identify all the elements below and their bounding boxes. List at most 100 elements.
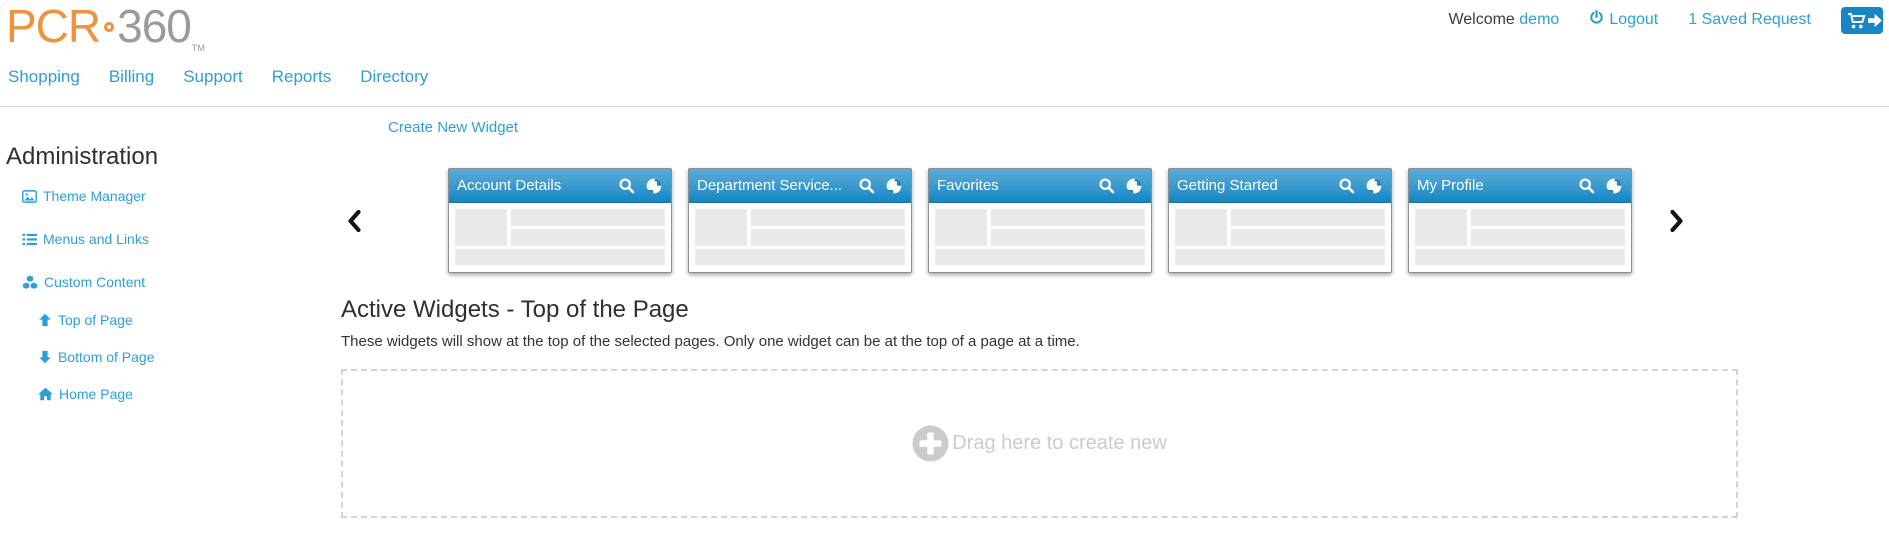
widget-card-list: Account Details Department Service... <box>448 168 1648 273</box>
placeholder-line <box>1415 249 1625 265</box>
nav-item-support[interactable]: Support <box>183 66 243 88</box>
widget-title: My Profile <box>1417 177 1569 194</box>
header: PCR360TM Welcome demo Logout 1 Saved Req… <box>0 0 1889 107</box>
search-icon[interactable] <box>618 177 636 195</box>
widget-title: Account Details <box>457 177 609 194</box>
widget-card-account-details[interactable]: Account Details <box>448 168 672 273</box>
user-toolbar: Welcome demo Logout 1 Saved Request <box>1448 5 1883 35</box>
sidebar: Administration Theme Manager Menus and L… <box>0 107 341 518</box>
globe-icon[interactable] <box>645 177 663 195</box>
widget-card-header[interactable]: Getting Started <box>1169 169 1391 203</box>
saved-requests-link[interactable]: 1 Saved Request <box>1688 11 1811 29</box>
placeholder-line <box>1231 229 1385 246</box>
section-title: Active Widgets - Top of the Page <box>341 296 1889 324</box>
widget-card-header[interactable]: Favorites <box>929 169 1151 203</box>
widget-preview <box>689 203 911 271</box>
widget-card-getting-started[interactable]: Getting Started <box>1168 168 1392 273</box>
sidebar-item-label: Theme Manager <box>43 188 146 204</box>
pcr360-logo[interactable]: PCR360TM <box>6 0 205 65</box>
placeholder-line <box>935 249 1145 265</box>
widget-card-header[interactable]: Department Service... <box>689 169 911 203</box>
carousel-next-button[interactable] <box>1670 210 1683 232</box>
cubes-icon <box>22 275 38 290</box>
placeholder-line <box>695 249 905 265</box>
nav-item-reports[interactable]: Reports <box>272 66 332 88</box>
placeholder-line <box>751 209 905 226</box>
widget-card-department-service[interactable]: Department Service... <box>688 168 912 273</box>
search-icon[interactable] <box>1098 177 1116 195</box>
placeholder-line <box>455 249 665 265</box>
logo-text-pcr: PCR <box>6 0 100 52</box>
globe-icon[interactable] <box>1365 177 1383 195</box>
main-nav: Shopping Billing Support Reports Directo… <box>8 66 428 88</box>
sidebar-item-label: Top of Page <box>58 312 133 328</box>
search-icon[interactable] <box>1338 177 1356 195</box>
widget-preview <box>1409 203 1631 271</box>
placeholder-line <box>991 209 1145 226</box>
cart-arrow-icon <box>1841 7 1883 34</box>
power-icon <box>1589 10 1604 30</box>
logo-degree-mark <box>104 22 114 32</box>
logo-text-360: 360 <box>117 0 191 52</box>
placeholder-line <box>1175 249 1385 265</box>
sidebar-item-theme-manager[interactable]: Theme Manager <box>22 184 341 208</box>
placeholder-block <box>695 209 747 246</box>
globe-icon[interactable] <box>1125 177 1143 195</box>
sidebar-item-label: Bottom of Page <box>58 349 155 365</box>
placeholder-line <box>751 229 905 246</box>
nav-item-shopping[interactable]: Shopping <box>8 66 80 88</box>
chevron-left-icon <box>348 210 361 232</box>
widget-card-header[interactable]: Account Details <box>449 169 671 203</box>
globe-icon[interactable] <box>885 177 903 195</box>
placeholder-line <box>1471 229 1625 246</box>
sidebar-item-label: Home Page <box>59 386 133 402</box>
saved-cart-button[interactable] <box>1841 7 1883 34</box>
nav-item-directory[interactable]: Directory <box>360 66 428 88</box>
sidebar-item-label: Custom Content <box>44 274 145 290</box>
carousel-prev-button[interactable] <box>348 210 361 232</box>
placeholder-line <box>1231 209 1385 226</box>
sidebar-title: Administration <box>6 143 341 171</box>
create-new-widget-link[interactable]: Create New Widget <box>388 119 518 136</box>
placeholder-block <box>935 209 987 246</box>
sidebar-item-bottom-of-page[interactable]: Bottom of Page <box>38 345 341 369</box>
arrow-up-icon <box>38 313 52 327</box>
section-description: These widgets will show at the top of th… <box>341 333 1889 350</box>
placeholder-block <box>1175 209 1227 246</box>
widget-dropzone[interactable]: Drag here to create new <box>341 369 1738 518</box>
globe-icon[interactable] <box>1605 177 1623 195</box>
sidebar-item-home-page[interactable]: Home Page <box>38 382 341 406</box>
dropzone-label: Drag here to create new <box>952 432 1167 455</box>
sidebar-item-menus-and-links[interactable]: Menus and Links <box>22 227 341 251</box>
widget-preview <box>929 203 1151 271</box>
logout[interactable]: Logout <box>1589 10 1658 30</box>
widget-preview <box>1169 203 1391 271</box>
widget-title: Getting Started <box>1177 177 1329 194</box>
placeholder-line <box>511 229 665 246</box>
widget-title: Department Service... <box>697 177 849 194</box>
widget-card-header[interactable]: My Profile <box>1409 169 1631 203</box>
sidebar-item-custom-content[interactable]: Custom Content <box>22 270 341 294</box>
logout-link[interactable]: Logout <box>1609 11 1658 29</box>
placeholder-block <box>1415 209 1467 246</box>
sidebar-item-label: Menus and Links <box>43 231 149 247</box>
sidebar-menu: Theme Manager Menus and Links Custom Con… <box>6 184 341 406</box>
nav-item-billing[interactable]: Billing <box>109 66 154 88</box>
widget-carousel: Account Details Department Service... <box>341 168 1889 273</box>
widget-title: Favorites <box>937 177 1089 194</box>
home-icon <box>38 387 53 401</box>
chevron-right-icon <box>1670 210 1683 232</box>
search-icon[interactable] <box>1578 177 1596 195</box>
widget-preview <box>449 203 671 271</box>
widget-card-favorites[interactable]: Favorites <box>928 168 1152 273</box>
widget-card-my-profile[interactable]: My Profile <box>1408 168 1632 273</box>
main-panel: Create New Widget Account Details <box>341 107 1889 518</box>
welcome-text: Welcome demo <box>1448 11 1559 29</box>
username-link[interactable]: demo <box>1519 11 1559 28</box>
sidebar-item-top-of-page[interactable]: Top of Page <box>38 308 341 332</box>
list-icon <box>22 232 37 247</box>
arrow-down-icon <box>38 350 52 364</box>
plus-circle-icon <box>912 425 949 462</box>
welcome-label: Welcome <box>1448 11 1514 28</box>
search-icon[interactable] <box>858 177 876 195</box>
